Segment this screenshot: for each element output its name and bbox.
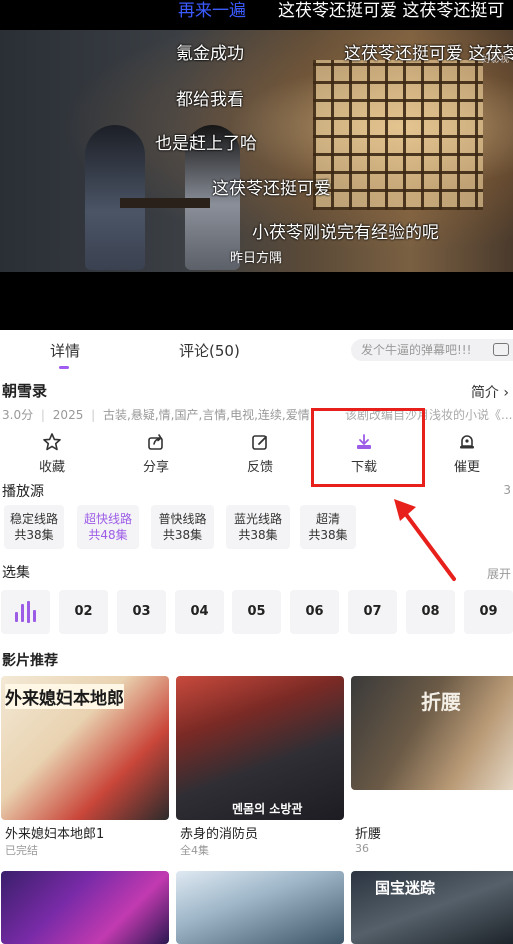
poster-title: 外来媳妇本地郎 (5, 684, 124, 709)
recommend-name: 折腰 (355, 827, 382, 842)
tab-comments[interactable]: 评论(50) (179, 340, 240, 361)
sources-title: 播放源 (2, 484, 44, 500)
feedback-label: 反馈 (246, 460, 273, 475)
source-count: 共38集 (238, 528, 278, 542)
equalizer-icon (15, 601, 37, 623)
recommend-title: 影片推荐 (2, 653, 58, 669)
recommend-poster: 멘몸의 소방관 (176, 676, 344, 820)
episode-button[interactable]: 02 (59, 590, 108, 634)
danmaku-input-placeholder: 发个牛逼的弹幕吧!!! (361, 343, 472, 357)
episode-button[interactable]: 09 (464, 590, 513, 634)
danmaku-comment: 再来一遍 (178, 1, 246, 21)
share-icon (148, 434, 163, 450)
recommend-name: 外来媳妇本地郎1 (5, 827, 105, 842)
source-item[interactable]: 稳定线路 共38集 (4, 505, 64, 549)
episode-button[interactable]: 06 (290, 590, 339, 634)
highlight-box (311, 408, 425, 487)
share-label: 分享 (142, 460, 169, 475)
danmaku-comment: 氪金成功 (176, 44, 244, 64)
episode-button[interactable]: 07 (348, 590, 397, 634)
episodes-title: 选集 (2, 565, 30, 581)
episode-button[interactable]: 05 (232, 590, 281, 634)
source-item[interactable]: 蓝光线路 共38集 (226, 505, 290, 549)
danmaku-comment: 也是赶上了哈 (155, 134, 257, 154)
detail-tabs: 详情 评论(50) 发个牛逼的弹幕吧!!! (0, 330, 513, 370)
episode-playing[interactable] (1, 590, 50, 634)
video-title: 朝雪录 (2, 382, 48, 400)
poster-title: 国宝迷踪 (375, 879, 436, 897)
source-name: 稳定线路 (9, 512, 58, 526)
recommend-status: 已完结 (5, 844, 38, 857)
source-name: 超快线路 (83, 512, 132, 526)
episode-button[interactable]: 03 (117, 590, 166, 634)
recommend-poster: 外来媳妇本地郎 (1, 676, 169, 820)
source-item[interactable]: 普快线路 共38集 (151, 505, 214, 549)
source-count: 共38集 (308, 528, 348, 542)
video-score: 3.0分 (2, 408, 34, 422)
share-button[interactable]: 分享 (121, 432, 191, 475)
video-year: 2025 (52, 408, 84, 422)
urge-update-button[interactable]: 催更 (432, 432, 502, 475)
episode-button[interactable]: 08 (406, 590, 455, 634)
recommend-poster: 国宝迷踪 (351, 871, 513, 944)
bell-icon (460, 435, 474, 449)
recommend-poster (176, 871, 344, 944)
danmaku-comment: 这茯苓还挺可爱 这茯苓还挺可 (278, 1, 505, 21)
favorite-label: 收藏 (38, 460, 65, 475)
recommend-name: 赤身的消防员 (180, 827, 259, 842)
urge-update-label: 催更 (453, 460, 480, 475)
danmaku-comment: 这茯苓还挺可爱 (212, 179, 331, 199)
source-count: 共38集 (162, 528, 203, 542)
video-player[interactable]: 好影视 再来一遍 这茯苓还挺可爱 这茯苓还挺可 氪金成功 这茯苓还挺可爱 这茯苓… (0, 0, 513, 330)
source-name: 超清 (315, 512, 340, 526)
recommend-poster (1, 871, 169, 944)
poster-title: 멘몸의 소방관 (232, 802, 303, 816)
recommend-poster: 折腰 (351, 676, 513, 790)
recommend-status: 36 (355, 842, 369, 855)
danmaku-input[interactable]: 发个牛逼的弹幕吧!!! (351, 339, 513, 361)
source-count: 共48集 (88, 528, 128, 542)
favorite-button[interactable]: 收藏 (17, 432, 87, 475)
tab-active-indicator (59, 366, 69, 369)
sources-count: 3 (503, 483, 511, 497)
source-name: 蓝光线路 (233, 512, 282, 526)
recommend-status: 全4集 (180, 844, 209, 857)
video-genres: 古装,悬疑,情,国产,言情,电视,连续,爱情 (103, 408, 310, 422)
source-item[interactable]: 超清 共38集 (300, 505, 356, 549)
episode-button[interactable]: 04 (175, 590, 224, 634)
source-item-active[interactable]: 超快线路 共48集 (77, 505, 139, 549)
source-name: 普快线路 (158, 512, 207, 526)
danmaku-comment: 都给我看 (176, 90, 244, 110)
episodes-expand[interactable]: 展开 (487, 565, 511, 582)
source-count: 共38集 (14, 528, 54, 542)
danmaku-comment: 这茯苓还挺可爱 这茯苓 (344, 44, 513, 64)
edit-icon (252, 435, 267, 450)
feedback-button[interactable]: 反馈 (225, 432, 295, 475)
star-icon (43, 433, 61, 451)
tab-details[interactable]: 详情 (50, 340, 80, 361)
intro-link[interactable]: 简介 › (471, 382, 509, 402)
danmaku-comment: 小茯苓刚说完有经验的呢 (252, 223, 439, 243)
danmaku-settings-icon[interactable] (493, 343, 509, 356)
video-subtitle: 昨日方隅 (230, 251, 283, 266)
red-arrow-annotation (394, 499, 456, 581)
video-meta: 3.0分 | 2025 | 古装,悬疑,情,国产,言情,电视,连续,爱情 (2, 408, 310, 422)
poster-title: 折腰 (421, 690, 461, 714)
